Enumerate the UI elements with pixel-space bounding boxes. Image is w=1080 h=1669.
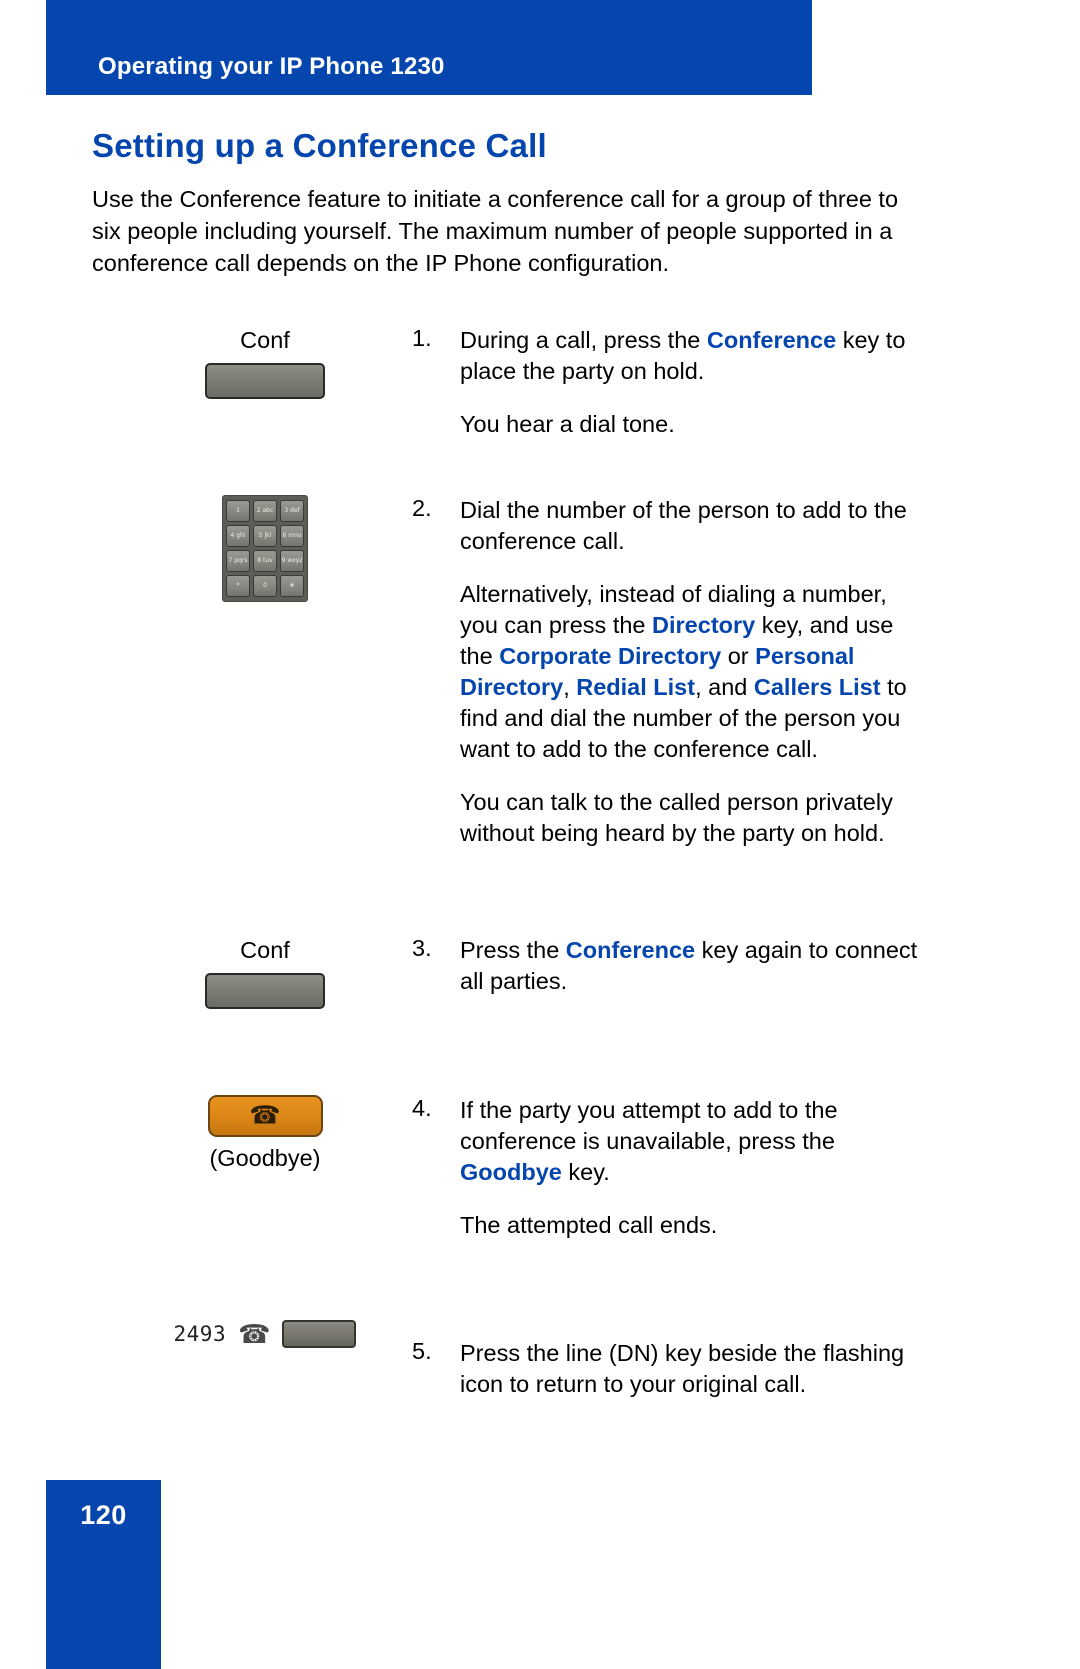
step-paragraph: You hear a dial tone. (460, 409, 922, 440)
step-3-art: Conf (120, 935, 410, 1009)
keyword-term: Redial List (576, 674, 696, 700)
text-run: You can talk to the called person privat… (460, 789, 893, 846)
keyword-term: Callers List (753, 674, 881, 700)
step-2-body: 2. Dial the number of the person to add … (412, 495, 922, 849)
keypad-key[interactable]: 5 jkl (253, 525, 277, 547)
keypad-key[interactable]: 3 def (280, 500, 304, 522)
conference-soft-key[interactable] (205, 973, 325, 1009)
keypad-key[interactable]: 6 mno (280, 525, 304, 547)
step-paragraph: The attempted call ends. (460, 1210, 922, 1241)
step-1-text: During a call, press the Conference key … (460, 325, 922, 440)
text-run: Press the (460, 937, 566, 963)
step-3-number: 3. (412, 935, 432, 961)
step-row: 2493 ☎ 5. Press the line (DN) key beside… (0, 1310, 1080, 1450)
text-run: or (721, 643, 756, 669)
text-run: Dial the number of the person to add to … (460, 497, 907, 554)
steps-list: Conf 1. During a call, press the Confere… (0, 325, 1080, 1450)
step-5-text: Press the line (DN) key beside the flash… (460, 1338, 922, 1400)
step-3-body: 3. Press the Conference key again to con… (412, 935, 922, 997)
step-4-text: If the party you attempt to add to the c… (460, 1095, 922, 1241)
keypad-key[interactable]: 7 pqrs (226, 550, 250, 572)
step-paragraph: Press the Conference key again to connec… (460, 935, 922, 997)
step-paragraph: Press the line (DN) key beside the flash… (460, 1338, 922, 1400)
step-1-body: 1. During a call, press the Conference k… (412, 325, 922, 440)
step-3-art-label: Conf (240, 937, 290, 963)
line-key-art: 2493 ☎ (120, 1320, 410, 1348)
intro-paragraph: Use the Conference feature to initiate a… (92, 186, 899, 276)
step-3-text: Press the Conference key again to connec… (460, 935, 922, 997)
header-title: Operating your IP Phone 1230 (98, 53, 445, 80)
step-5-number: 5. (412, 1338, 432, 1364)
goodbye-key-caption: (Goodbye) (209, 1145, 321, 1171)
phone-icon: ☎ (238, 1319, 271, 1349)
handset-icon: ☎ (249, 1101, 281, 1130)
step-row: Conf 3. Press the Conference key again t… (0, 935, 1080, 1095)
keypad-key[interactable]: 0 (253, 575, 277, 597)
conference-soft-key[interactable] (205, 363, 325, 399)
page-title: Setting up a Conference Call (92, 127, 547, 164)
keyword-term: Conference (565, 937, 696, 963)
text-run: The attempted call ends. (460, 1212, 718, 1238)
keypad-key[interactable]: 8 tuv (253, 550, 277, 572)
step-2-art: 12 abc 3 def 4 ghi 5 jkl 6 mno 7 pqrs 8 tuv 9 w… (120, 495, 410, 602)
step-4-number: 4. (412, 1095, 432, 1121)
text-run: Press the line (DN) key beside the flash… (460, 1340, 905, 1397)
text-run: , and (695, 674, 754, 700)
dial-keypad[interactable]: 12 abc 3 def 4 ghi 5 jkl 6 mno 7 pqrs 8 tuv 9 w… (222, 495, 308, 602)
header-bar: Operating your IP Phone 1230 (46, 0, 812, 95)
step-4-art: ☎ (Goodbye) (120, 1095, 410, 1172)
goodbye-key[interactable]: ☎ (207, 1095, 323, 1137)
keypad-key[interactable]: # (280, 575, 304, 597)
text-run: key. (561, 1159, 610, 1185)
text-run: , (563, 674, 577, 700)
step-4-body: 4. If the party you attempt to add to th… (412, 1095, 922, 1241)
keyword-term: Corporate Directory (499, 643, 722, 669)
step-paragraph: You can talk to the called person privat… (460, 787, 922, 849)
step-paragraph: Dial the number of the person to add to … (460, 495, 922, 557)
line-dn-key[interactable] (282, 1320, 357, 1348)
text-run: During a call, press the (460, 327, 707, 353)
step-row: ☎ (Goodbye) 4. If the party you attempt … (0, 1095, 1080, 1310)
step-1-art-label: Conf (240, 327, 290, 353)
text-run: You hear a dial tone. (460, 411, 675, 437)
step-paragraph: During a call, press the Conference key … (460, 325, 922, 387)
dn-number-label: 2493 (173, 1322, 227, 1346)
step-2-text: Dial the number of the person to add to … (460, 495, 922, 849)
step-5-art: 2493 ☎ (120, 1320, 410, 1348)
step-5-body: 5. Press the line (DN) key beside the fl… (412, 1338, 922, 1400)
step-1-art: Conf (120, 325, 410, 399)
keypad-key[interactable]: * (226, 575, 250, 597)
keypad-key[interactable]: 4 ghi (226, 525, 250, 547)
step-paragraph: Alternatively, instead of dialing a numb… (460, 579, 922, 765)
step-row: Conf 1. During a call, press the Confere… (0, 325, 1080, 495)
step-2-number: 2. (412, 495, 432, 521)
keypad-key[interactable]: 2 abc (253, 500, 277, 522)
keyword-term: Directory (652, 612, 756, 638)
step-paragraph: If the party you attempt to add to the c… (460, 1095, 922, 1188)
keyword-term: Goodbye (460, 1159, 562, 1185)
page-number: 120 (80, 1500, 127, 1530)
keyword-term: Conference (706, 327, 837, 353)
text-run: If the party you attempt to add to the c… (460, 1097, 838, 1154)
keypad-key[interactable]: 9 wxyz (280, 550, 304, 572)
keypad-key[interactable]: 1 (226, 500, 250, 522)
step-row: 12 abc 3 def 4 ghi 5 jkl 6 mno 7 pqrs 8 tuv 9 w… (0, 495, 1080, 935)
step-1-number: 1. (412, 325, 432, 351)
